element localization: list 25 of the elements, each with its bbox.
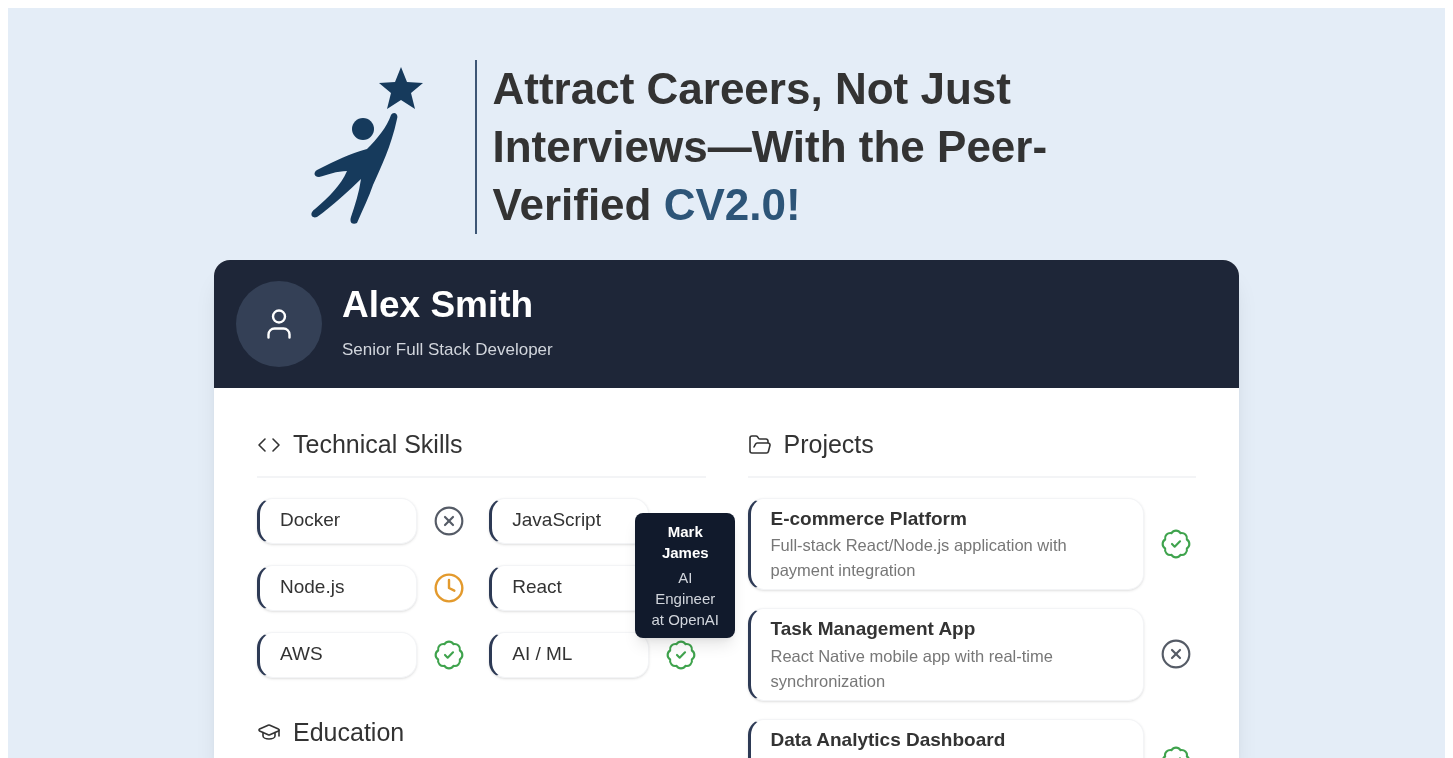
section-title: Education [293,716,405,748]
project-description: React Native mobile app with real-time synchronization [770,645,1054,692]
headline: Attract Careers, Not Just Interviews—With the Peer-Verified CV2.0! [492,63,1049,231]
section-title: Projects [783,429,874,460]
folder-icon [747,432,772,457]
cross-circle-icon [1159,638,1192,671]
skill-chip: Node.js [257,564,417,611]
verified-badge-icon [1159,527,1192,560]
cross-circle-icon [433,504,465,537]
skill-chip: JavaScript [489,497,650,544]
project-description: Full-stack React/Node.js application with payment integration [770,535,1068,581]
project-title: E-commerce Platform [770,506,968,531]
verified-badge-icon [433,638,465,671]
skill-chip: AWS [257,631,417,678]
section-title: Technical Skills [293,429,463,460]
tooltip-role: AI Engineer at OpenAI [650,567,720,630]
project-title: Task Management App [770,617,977,641]
profile-name: Alex Smith [342,285,535,326]
clock-icon [433,571,465,604]
profile-role: Senior Full Stack Developer [342,339,553,362]
skill-chip: AI / ML [489,631,650,678]
skill-chip: Docker [257,497,417,544]
verified-badge-icon [665,638,698,671]
project-title: Data Analytics Dashboard [770,727,1007,752]
tooltip-name: Mark James [660,521,710,563]
